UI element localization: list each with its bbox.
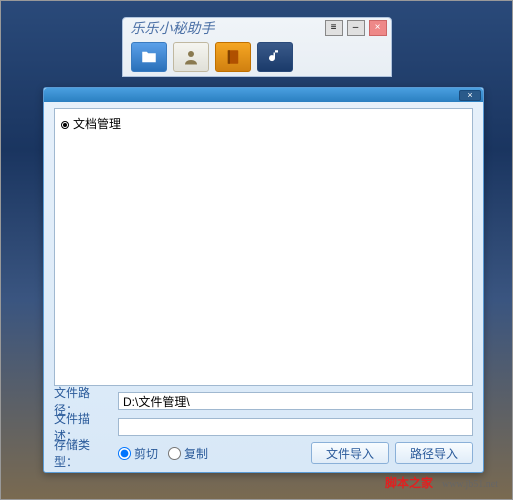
- radio-cut-input[interactable]: [118, 447, 131, 460]
- path-import-button[interactable]: 路径导入: [395, 442, 473, 464]
- settings-icon[interactable]: ≡: [325, 20, 343, 36]
- tree-bullet-icon: [61, 121, 69, 129]
- tree-root-label: 文档管理: [73, 117, 121, 131]
- radio-cut-label: 剪切: [134, 445, 158, 462]
- tree-root-node[interactable]: 文档管理: [61, 113, 466, 134]
- toolbar: [123, 38, 391, 76]
- music-tool-button[interactable]: [257, 42, 293, 72]
- book-icon: [223, 48, 243, 66]
- file-desc-input[interactable]: [118, 418, 473, 436]
- storage-type-label: 存储类型：: [54, 436, 112, 470]
- folder-tool-button[interactable]: [131, 42, 167, 72]
- watermark-url: www.jb51.net: [442, 479, 498, 490]
- file-path-input[interactable]: [118, 392, 473, 410]
- document-tree[interactable]: 文档管理: [54, 108, 473, 386]
- contact-icon: [181, 48, 201, 66]
- notebook-tool-button[interactable]: [215, 42, 251, 72]
- close-button[interactable]: ×: [369, 20, 387, 36]
- radio-copy[interactable]: 复制: [168, 445, 208, 462]
- dialog-titlebar: ×: [44, 88, 483, 102]
- folder-icon: [139, 48, 159, 66]
- radio-copy-label: 复制: [184, 445, 208, 462]
- contacts-tool-button[interactable]: [173, 42, 209, 72]
- storage-type-group: 剪切 复制: [118, 445, 305, 462]
- dialog-close-button[interactable]: ×: [459, 90, 481, 101]
- radio-cut[interactable]: 剪切: [118, 445, 158, 462]
- radio-copy-input[interactable]: [168, 447, 181, 460]
- minimize-button[interactable]: –: [347, 20, 365, 36]
- music-note-icon: [265, 48, 285, 66]
- main-titlebar: 乐乐小秘助手 ≡ – ×: [122, 17, 392, 77]
- app-title: 乐乐小秘助手: [127, 18, 325, 38]
- watermark: 脚本之家 www.jb51.net: [385, 474, 498, 491]
- file-import-button[interactable]: 文件导入: [311, 442, 389, 464]
- document-manager-dialog: × 文档管理 文件路径： 文件描述： 存储类型：: [43, 87, 484, 473]
- watermark-cn: 脚本之家: [385, 476, 433, 490]
